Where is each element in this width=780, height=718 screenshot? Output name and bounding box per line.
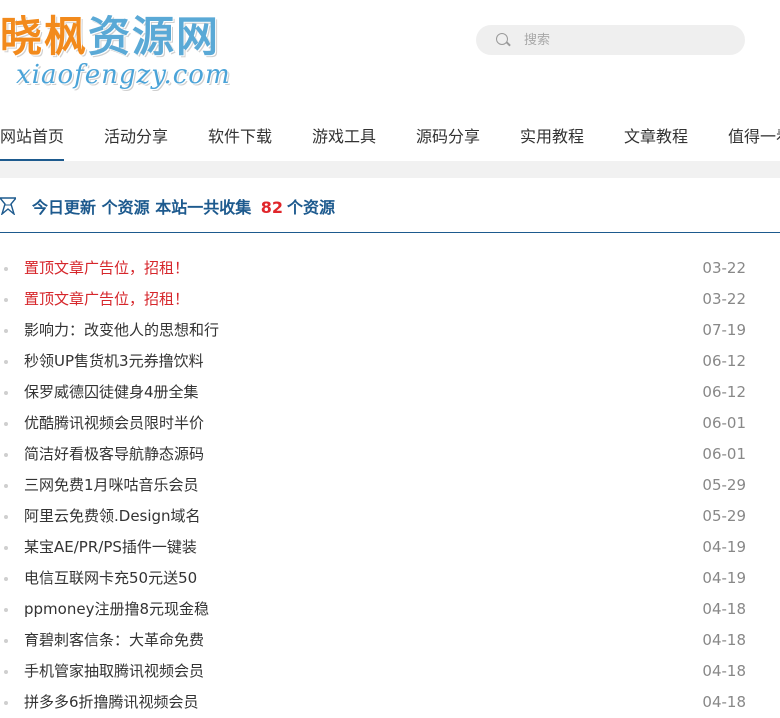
article-link[interactable]: 影响力：改变他人的思想和行: [24, 315, 219, 346]
article-link[interactable]: 育碧刺客信条：大革命免费: [24, 625, 204, 656]
bullet-icon: [4, 422, 8, 426]
total-prefix: 本站一共收集: [155, 198, 252, 217]
article-link[interactable]: 保罗威德囚徒健身4册全集: [24, 377, 199, 408]
search-icon[interactable]: [496, 33, 508, 45]
bullet-icon: [4, 267, 8, 271]
section-divider: [0, 161, 780, 178]
article-date: 06-01: [702, 445, 746, 463]
bullet-icon: [4, 453, 8, 457]
site-header: 晓枫资源网 xiaofengzy.com: [0, 0, 780, 114]
bullet-icon: [4, 701, 8, 705]
today-suffix: 个资源: [101, 198, 150, 217]
nav-item-tutorials[interactable]: 实用教程: [520, 113, 584, 159]
list-item: 育碧刺客信条：大革命免费 04-18: [0, 625, 780, 656]
article-date: 06-01: [702, 414, 746, 432]
stats-bar: 今日更新 个资源 本站一共收集 82 个资源: [0, 178, 780, 233]
article-date: 04-18: [702, 662, 746, 680]
list-item: 优酷腾讯视频会员限时半价 06-01: [0, 408, 780, 439]
article-date: 05-29: [702, 476, 746, 494]
list-item: 秒领UP售货机3元券撸饮料 06-12: [0, 346, 780, 377]
bullet-icon: [4, 329, 8, 333]
article-link[interactable]: 优酷腾讯视频会员限时半价: [24, 408, 204, 439]
article-link[interactable]: 秒领UP售货机3元券撸饮料: [24, 346, 204, 377]
article-link[interactable]: ppmoney注册撸8元现金稳: [24, 594, 209, 625]
article-date: 04-18: [702, 600, 746, 618]
article-link[interactable]: 三网免费1月咪咕音乐会员: [24, 470, 199, 501]
article-date: 06-12: [702, 352, 746, 370]
bullet-icon: [4, 608, 8, 612]
bullet-icon: [4, 391, 8, 395]
bullet-icon: [4, 546, 8, 550]
article-date: 04-18: [702, 693, 746, 711]
star-icon: [0, 197, 16, 215]
article-date: 04-18: [702, 631, 746, 649]
logo-subtitle: xiaofengzy.com: [16, 60, 231, 90]
stats-text: 今日更新 个资源 本站一共收集 82 个资源: [32, 194, 335, 218]
article-date: 07-19: [702, 321, 746, 339]
article-link[interactable]: 某宝AE/PR/PS插件一键装: [24, 532, 197, 563]
nav-item-home[interactable]: 网站首页: [0, 113, 65, 161]
article-date: 03-22: [702, 259, 746, 277]
bullet-icon: [4, 577, 8, 581]
article-date: 04-19: [702, 569, 746, 587]
site-logo[interactable]: 晓枫资源网 xiaofengzy.com: [0, 8, 260, 104]
search-box[interactable]: [476, 25, 745, 55]
bullet-icon: [4, 670, 8, 674]
nav-item-worth-seeing[interactable]: 值得一看: [728, 113, 780, 159]
article-date: 05-29: [702, 507, 746, 525]
search-input[interactable]: [524, 29, 734, 51]
list-item: 拼多多6折撸腾讯视频会员 04-18: [0, 687, 780, 718]
bullet-icon: [4, 298, 8, 302]
list-item: 某宝AE/PR/PS插件一键装 04-19: [0, 532, 780, 563]
article-link[interactable]: 简洁好看极客导航静态源码: [24, 439, 204, 470]
article-link[interactable]: 置顶文章广告位，招租！: [24, 284, 189, 315]
list-item: 影响力：改变他人的思想和行 07-19: [0, 315, 780, 346]
nav-item-software[interactable]: 软件下载: [208, 113, 272, 159]
list-item: 三网免费1月咪咕音乐会员 05-29: [0, 470, 780, 501]
list-item: 电信互联网卡充50元送50 04-19: [0, 563, 780, 594]
article-list: 置顶文章广告位，招租！ 03-22 置顶文章广告位，招租！ 03-22 影响力：改变…: [0, 253, 780, 718]
article-link[interactable]: 手机管家抽取腾讯视频会员: [24, 656, 204, 687]
today-label: 今日更新: [32, 198, 97, 217]
logo-title: 晓枫资源网: [0, 8, 220, 66]
nav-item-source-code[interactable]: 源码分享: [416, 113, 480, 159]
article-date: 06-12: [702, 383, 746, 401]
nav-item-articles[interactable]: 文章教程: [624, 113, 688, 159]
list-item: 置顶文章广告位，招租！ 03-22: [0, 284, 780, 315]
list-item: 阿里云免费领.Design域名 05-29: [0, 501, 780, 532]
main-nav: 网站首页 活动分享 软件下载 游戏工具 源码分享 实用教程 文章教程 值得一看: [0, 113, 780, 161]
article-link[interactable]: 置顶文章广告位，招租！: [24, 253, 189, 284]
list-item: 手机管家抽取腾讯视频会员 04-18: [0, 656, 780, 687]
article-date: 03-22: [702, 290, 746, 308]
nav-item-games[interactable]: 游戏工具: [312, 113, 376, 159]
list-item: 简洁好看极客导航静态源码 06-01: [0, 439, 780, 470]
list-item: ppmoney注册撸8元现金稳 04-18: [0, 594, 780, 625]
bullet-icon: [4, 515, 8, 519]
article-date: 04-19: [702, 538, 746, 556]
list-item: 置顶文章广告位，招租！ 03-22: [0, 253, 780, 284]
logo-title-part1: 晓枫: [0, 12, 89, 61]
article-link[interactable]: 阿里云免费领.Design域名: [24, 501, 201, 532]
total-suffix: 个资源: [287, 198, 336, 217]
nav-item-activity[interactable]: 活动分享: [104, 113, 168, 159]
article-link[interactable]: 电信互联网卡充50元送50: [24, 563, 197, 594]
list-item: 保罗威德囚徒健身4册全集 06-12: [0, 377, 780, 408]
bullet-icon: [4, 484, 8, 488]
total-count: 82: [260, 198, 284, 217]
bullet-icon: [4, 639, 8, 643]
logo-title-part2: 资源网: [88, 12, 221, 61]
article-link[interactable]: 拼多多6折撸腾讯视频会员: [24, 687, 199, 718]
bullet-icon: [4, 360, 8, 364]
